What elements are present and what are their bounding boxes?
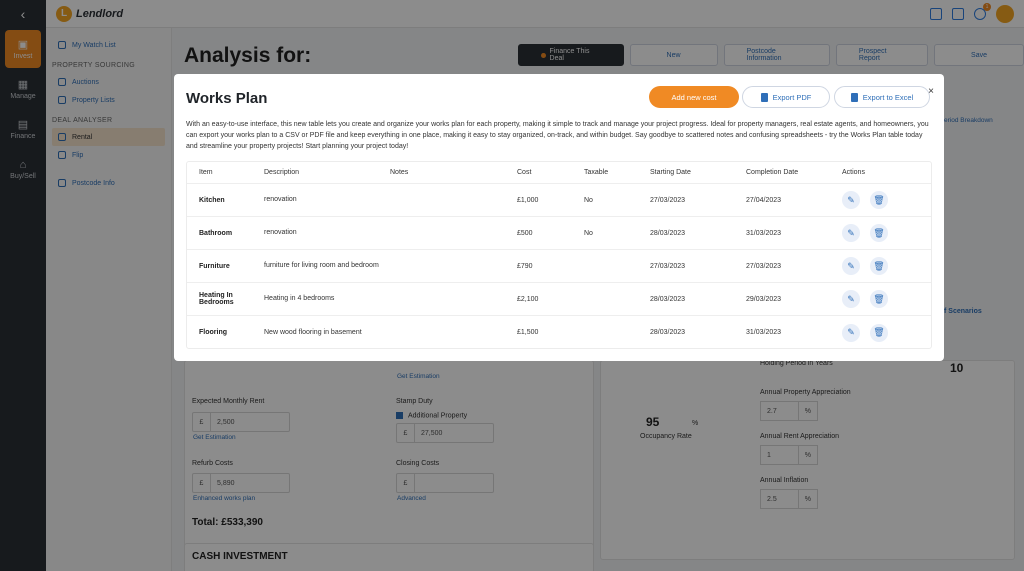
- table-row: Flooring New wood flooring in basement £…: [187, 316, 931, 349]
- works-plan-modal: Works Plan Add new cost Export PDF Expor…: [174, 74, 944, 361]
- row-item: Furniture: [199, 262, 230, 270]
- row-item: Heating In Bedrooms: [199, 292, 234, 306]
- close-icon[interactable]: ×: [928, 86, 934, 97]
- row-cost: £790: [517, 262, 533, 270]
- row-completion-date: 27/04/2023: [746, 196, 782, 204]
- add-new-cost-button[interactable]: Add new cost: [649, 86, 739, 108]
- row-cost: £1,000: [517, 196, 539, 204]
- row-start-date: 27/03/2023: [650, 196, 686, 204]
- column-start-date: Starting Date: [650, 169, 691, 176]
- row-item: Kitchen: [199, 196, 225, 204]
- edit-pencil-icon[interactable]: ✎: [842, 257, 860, 275]
- row-actions: ✎ 🗑: [842, 290, 888, 308]
- row-cost: £500: [517, 229, 533, 237]
- row-actions: ✎ 🗑: [842, 191, 888, 209]
- column-notes: Notes: [390, 169, 409, 176]
- row-taxable: No: [584, 229, 593, 237]
- edit-pencil-icon[interactable]: ✎: [842, 191, 860, 209]
- excel-file-icon: [850, 92, 858, 102]
- export-excel-button[interactable]: Export to Excel: [834, 86, 930, 108]
- delete-trash-icon[interactable]: 🗑: [870, 224, 888, 242]
- delete-trash-icon[interactable]: 🗑: [870, 290, 888, 308]
- column-taxable: Taxable: [584, 169, 609, 176]
- table-row: Heating In Bedrooms Heating in 4 bedroom…: [187, 283, 931, 316]
- column-cost: Cost: [517, 169, 532, 176]
- row-cost: £2,100: [517, 295, 539, 303]
- delete-trash-icon[interactable]: 🗑: [870, 323, 888, 342]
- row-completion-date: 29/03/2023: [746, 295, 782, 303]
- column-actions: Actions: [842, 169, 865, 176]
- row-completion-date: 27/03/2023: [746, 262, 782, 270]
- table-row: Kitchen renovation £1,000 No 27/03/2023 …: [187, 184, 931, 217]
- edit-pencil-icon[interactable]: ✎: [842, 323, 860, 342]
- delete-trash-icon[interactable]: 🗑: [870, 257, 888, 275]
- row-description: furniture for living room and bedroom: [264, 262, 379, 269]
- row-start-date: 28/03/2023: [650, 295, 686, 303]
- row-actions: ✎ 🗑: [842, 257, 888, 275]
- row-completion-date: 31/03/2023: [746, 329, 782, 336]
- table-row: Bathroom renovation £500 No 28/03/2023 3…: [187, 217, 931, 250]
- column-item: Item: [199, 169, 213, 176]
- row-description: New wood flooring in basement: [264, 328, 362, 336]
- row-description: renovation: [264, 229, 297, 236]
- table-row: Furniture furniture for living room and …: [187, 250, 931, 283]
- modal-description: With an easy-to-use interface, this new …: [186, 121, 929, 150]
- row-actions: ✎ 🗑: [842, 323, 888, 342]
- edit-pencil-icon[interactable]: ✎: [842, 290, 860, 308]
- edit-pencil-icon[interactable]: ✎: [842, 224, 860, 242]
- row-start-date: 28/03/2023: [650, 329, 686, 336]
- row-item: Flooring: [199, 329, 227, 336]
- row-description: renovation: [264, 196, 297, 203]
- pdf-file-icon: [760, 92, 768, 102]
- modal-title: Works Plan: [186, 90, 268, 107]
- export-pdf-button[interactable]: Export PDF: [742, 86, 830, 108]
- row-start-date: 27/03/2023: [650, 262, 686, 270]
- row-taxable: No: [584, 196, 593, 204]
- delete-trash-icon[interactable]: 🗑: [870, 191, 888, 209]
- row-description: Heating in 4 bedrooms: [264, 295, 335, 302]
- row-cost: £1,500: [517, 329, 539, 336]
- row-item: Bathroom: [199, 229, 233, 237]
- column-description: Description: [264, 168, 300, 176]
- column-completion-date: Completion Date: [746, 169, 799, 176]
- row-actions: ✎ 🗑: [842, 224, 888, 242]
- row-start-date: 28/03/2023: [650, 229, 686, 237]
- table-header-row: Item Description Notes Cost Taxable Star…: [187, 162, 931, 184]
- row-completion-date: 31/03/2023: [746, 229, 782, 237]
- works-plan-table: Item Description Notes Cost Taxable Star…: [186, 161, 932, 349]
